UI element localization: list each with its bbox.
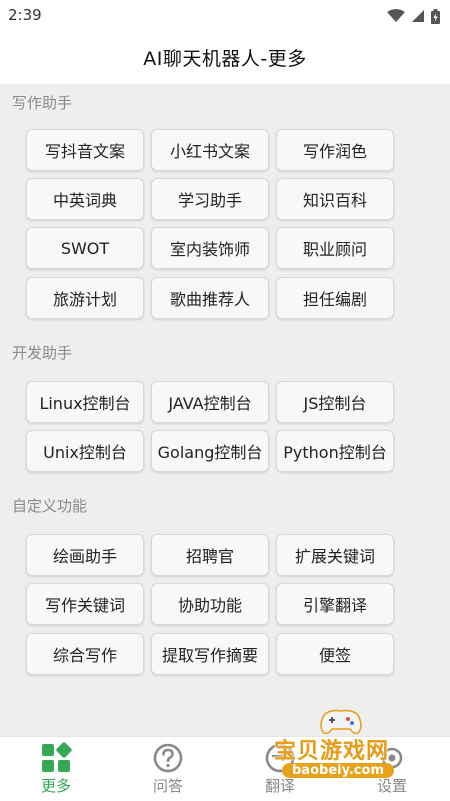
feature-button[interactable]: 协助功能	[151, 583, 269, 625]
feature-button[interactable]: 招聘官	[151, 534, 269, 576]
feature-button[interactable]: 扩展关键词	[276, 534, 394, 576]
signal-icon	[412, 10, 424, 22]
status-icons	[387, 8, 440, 24]
wifi-icon	[387, 9, 405, 22]
app-header: AI聊天机器人-更多	[0, 32, 450, 84]
grid-icon	[42, 742, 72, 772]
feature-button[interactable]: JS控制台	[276, 381, 394, 423]
feature-button[interactable]: 职业顾问	[276, 227, 394, 269]
nav-item-qa[interactable]: 问答	[112, 737, 224, 801]
feature-button[interactable]: 学习助手	[151, 178, 269, 220]
feature-button[interactable]: Linux控制台	[26, 381, 144, 423]
feature-button[interactable]: 提取写作摘要	[151, 633, 269, 675]
status-time: 2:39	[8, 6, 42, 24]
feature-button[interactable]: JAVA控制台	[151, 381, 269, 423]
question-icon	[153, 743, 183, 773]
feature-button[interactable]: Unix控制台	[26, 430, 144, 472]
feature-button[interactable]: Python控制台	[276, 430, 394, 472]
section-title-custom: 自定义功能	[12, 497, 88, 515]
feature-button[interactable]: 知识百科	[276, 178, 394, 220]
feature-button[interactable]: SWOT	[26, 227, 144, 269]
feature-button[interactable]: 引擎翻译	[276, 583, 394, 625]
section-title-writing: 写作助手	[12, 94, 73, 112]
feature-button[interactable]: Golang控制台	[151, 430, 269, 472]
feature-button[interactable]: 写作关键词	[26, 583, 144, 625]
feature-button[interactable]: 绘画助手	[26, 534, 144, 576]
feature-button[interactable]: 中英词典	[26, 178, 144, 220]
status-bar: 2:39	[0, 0, 450, 32]
feature-button[interactable]: 旅游计划	[26, 277, 144, 319]
feature-button[interactable]: 歌曲推荐人	[151, 277, 269, 319]
page-title: AI聊天机器人-更多	[143, 48, 307, 70]
feature-button[interactable]: 综合写作	[26, 633, 144, 675]
battery-icon	[431, 8, 440, 24]
watermark-url: baobeiy.com	[282, 763, 394, 778]
nav-label-more: 更多	[40, 777, 71, 795]
nav-label-qa: 问答	[152, 777, 183, 795]
feature-button[interactable]: 便签	[276, 633, 394, 675]
section-title-dev: 开发助手	[12, 344, 73, 362]
feature-button[interactable]: 担任编剧	[276, 277, 394, 319]
watermark-text: 宝贝游戏网	[274, 739, 390, 764]
feature-list[interactable]: 写作助手 写抖音文案 小红书文案 写作润色 中英词典 学习助手 知识百科 SWO…	[0, 84, 450, 736]
feature-button[interactable]: 写抖音文案	[26, 129, 144, 171]
nav-item-more[interactable]: 更多	[0, 737, 112, 801]
feature-button[interactable]: 小红书文案	[151, 129, 269, 171]
feature-button[interactable]: 写作润色	[276, 129, 394, 171]
watermark-logo: 宝贝游戏网 baobeiy.com	[272, 705, 422, 795]
feature-button[interactable]: 室内装饰师	[151, 227, 269, 269]
